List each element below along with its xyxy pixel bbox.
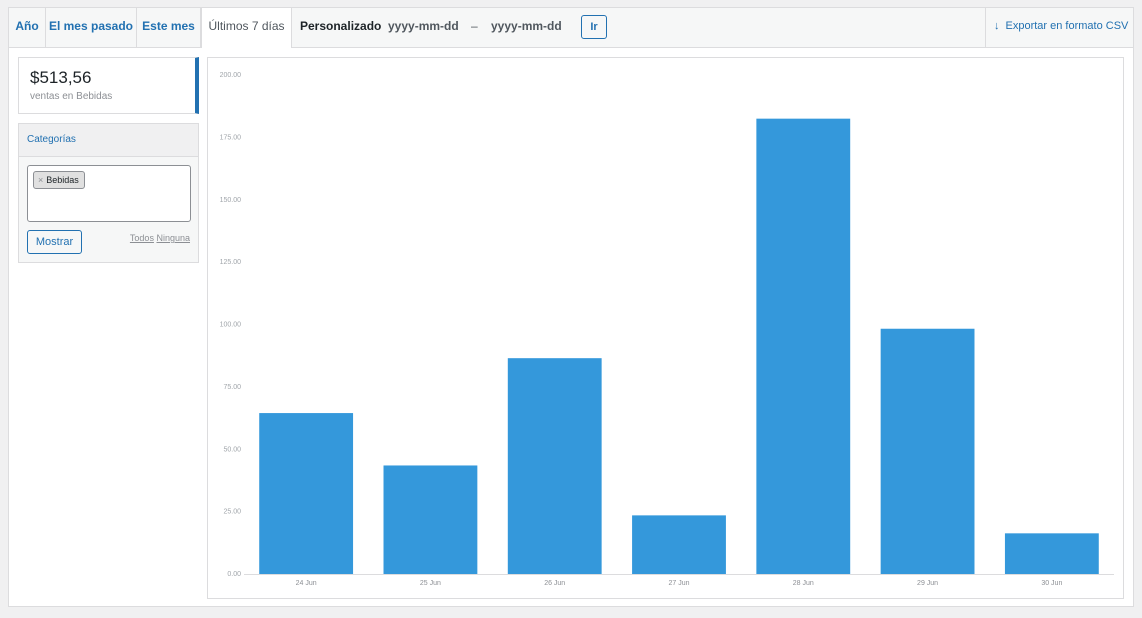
start-date-input[interactable]: yyyy-mm-dd — [388, 8, 459, 44]
select-all-link[interactable]: Todos — [130, 233, 154, 243]
report-panel: Año El mes pasado Este mes Últimos 7 día… — [8, 7, 1134, 607]
show-button[interactable]: Mostrar — [27, 230, 82, 254]
bar-27-jun[interactable] — [632, 515, 726, 574]
categories-widget: Categorías × Bebidas Mostrar Todos Ningun… — [18, 123, 199, 263]
bar-24-jun[interactable] — [259, 413, 354, 574]
y-tick-label: 25.00 — [223, 509, 241, 516]
y-tick-label: 175.00 — [220, 134, 242, 141]
tab-last-month[interactable]: El mes pasado — [46, 8, 137, 47]
x-tick-label: 30 Jun — [1041, 580, 1062, 587]
y-tick-label: 150.00 — [220, 197, 242, 204]
go-button[interactable]: Ir — [581, 15, 607, 39]
remove-chip-icon[interactable]: × — [38, 175, 43, 185]
bar-26-jun[interactable] — [507, 358, 602, 574]
y-tick-label: 75.00 — [223, 384, 241, 391]
tab-year[interactable]: Año — [9, 8, 46, 47]
sales-bar-chart: 0.00 25.00 50.00 75.00 100.00 125.00 150.00 175… — [220, 72, 1114, 587]
category-select[interactable]: × Bebidas — [27, 165, 191, 222]
bar-29-jun[interactable] — [880, 328, 975, 574]
sales-summary: $513,56 ventas en Bebidas — [18, 57, 199, 114]
y-tick-label: 125.00 — [220, 259, 242, 266]
chart-container: 0.00 25.00 50.00 75.00 100.00 125.00 150.00 175… — [207, 57, 1124, 599]
sales-amount: $513,56 — [30, 68, 92, 87]
categories-title[interactable]: Categorías — [19, 124, 198, 157]
date-separator: – — [471, 19, 478, 33]
y-tick-label: 0.00 — [227, 571, 241, 578]
x-tick-label: 28 Jun — [793, 580, 814, 587]
end-date-input[interactable]: yyyy-mm-dd — [491, 8, 562, 44]
x-tick-label: 26 Jun — [544, 580, 565, 587]
range-toolbar: Año El mes pasado Este mes Últimos 7 día… — [9, 8, 1133, 48]
bar-28-jun[interactable] — [756, 118, 851, 574]
y-tick-label: 100.00 — [220, 322, 242, 329]
tab-last-7-days[interactable]: Últimos 7 días — [201, 8, 292, 48]
chip-label: Bebidas — [46, 175, 79, 185]
category-chip-bebidas: × Bebidas — [33, 171, 85, 189]
x-tick-label: 27 Jun — [668, 580, 689, 587]
x-tick-label: 25 Jun — [420, 580, 441, 587]
export-label: Exportar en formato CSV — [1005, 20, 1129, 32]
download-arrow-icon: ↓ — [994, 20, 1000, 32]
bar-25-jun[interactable] — [383, 465, 478, 574]
sales-label: ventas en Bebidas — [30, 91, 113, 102]
tab-this-month[interactable]: Este mes — [137, 8, 201, 47]
x-tick-label: 29 Jun — [917, 580, 938, 587]
export-csv-button[interactable]: ↓ Exportar en formato CSV — [985, 8, 1133, 47]
select-none-link[interactable]: Ninguna — [156, 233, 190, 243]
tab-custom: Personalizado — [300, 19, 382, 33]
bar-30-jun[interactable] — [1004, 533, 1099, 574]
y-tick-label: 200.00 — [220, 72, 242, 79]
x-tick-label: 24 Jun — [296, 580, 317, 587]
select-links: Todos Ninguna — [130, 233, 190, 243]
y-tick-label: 50.00 — [223, 446, 241, 453]
